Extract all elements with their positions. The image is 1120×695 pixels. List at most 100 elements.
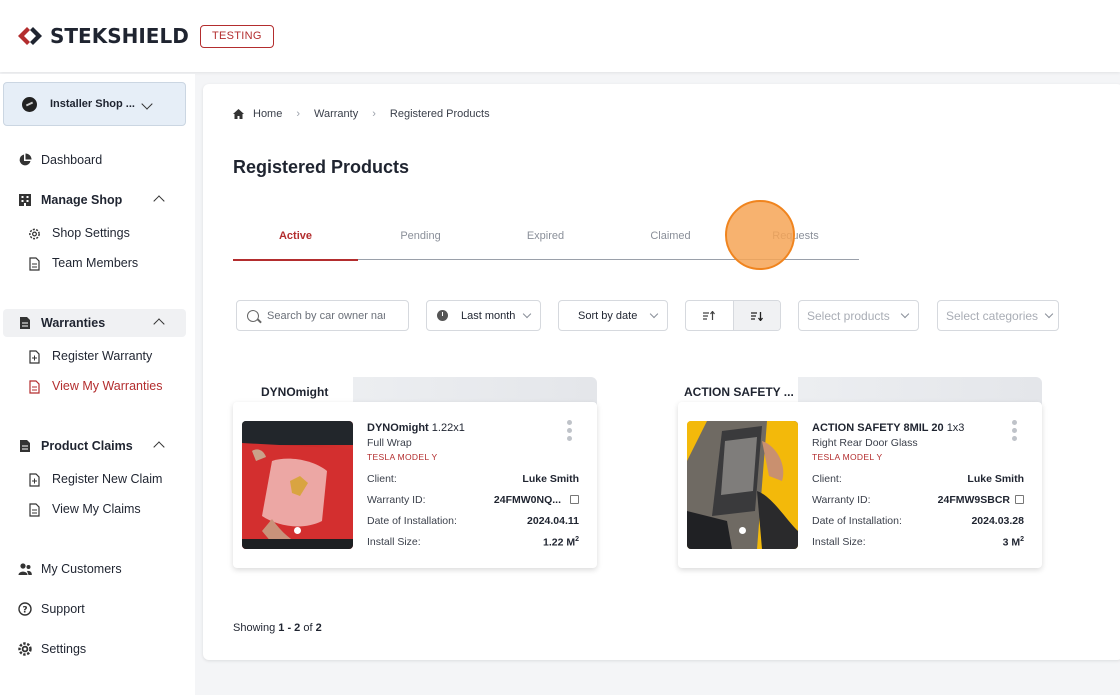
document-icon xyxy=(29,380,40,394)
tab-expired[interactable]: Expired xyxy=(483,224,608,259)
install-date-row: Date of Installation: 2024.03.28 xyxy=(812,515,1024,527)
users-icon xyxy=(18,563,32,575)
sort-descending-button[interactable] xyxy=(732,301,780,330)
sort-ascending-button[interactable] xyxy=(686,301,733,330)
document-icon xyxy=(29,257,40,271)
showing-prefix: Showing xyxy=(233,622,276,634)
client-row: Client: Luke Smith xyxy=(812,473,1024,485)
pie-chart-icon xyxy=(19,153,32,166)
sidebar-item-view-my-claims[interactable]: View My Claims xyxy=(0,498,195,522)
sidebar: Installer Shop ... Dashboard Manage Shop… xyxy=(0,74,195,695)
install-size-value: 3 M2 xyxy=(1003,536,1024,549)
unit-superscript: 2 xyxy=(575,536,579,543)
breadcrumb-home[interactable]: Home xyxy=(253,108,282,120)
sidebar-item-team-members[interactable]: Team Members xyxy=(0,252,195,276)
brand-name: STEKSHIELD xyxy=(50,24,189,48)
warranty-id-value: 24FMW9SBCR xyxy=(937,494,1010,506)
coverage-area: Right Rear Door Glass xyxy=(812,437,918,449)
sort-ascending-icon xyxy=(703,310,716,320)
search-input[interactable]: Search by car owner name xyxy=(236,300,409,331)
sort-select[interactable]: Sort by date xyxy=(558,300,668,331)
card-group-name: DYNOmight xyxy=(261,385,329,399)
clock-icon xyxy=(437,310,448,321)
tab-pending[interactable]: Pending xyxy=(358,224,483,259)
sidebar-item-my-customers[interactable]: My Customers xyxy=(0,556,195,582)
product-photo[interactable] xyxy=(242,421,353,549)
showing-total: 2 xyxy=(315,622,322,634)
showing-range: 1 - 2 xyxy=(278,622,301,634)
breadcrumb-current: Registered Products xyxy=(389,108,490,120)
shop-switcher[interactable]: Installer Shop ... xyxy=(3,82,186,126)
sidebar-item-label: Support xyxy=(41,602,85,616)
click-indicator xyxy=(725,200,795,270)
sidebar-item-label: Product Claims xyxy=(41,439,133,453)
car-model: TESLA MODEL Y xyxy=(812,452,883,462)
client-label: Client: xyxy=(812,473,842,485)
sidebar-item-shop-settings[interactable]: Shop Settings xyxy=(0,222,195,246)
card-group-tab: DYNOmight xyxy=(233,377,597,405)
product-size: 1x3 xyxy=(946,422,965,434)
image-pager-dot[interactable] xyxy=(739,527,746,534)
tab-claimed[interactable]: Claimed xyxy=(608,224,733,259)
document-icon xyxy=(29,503,40,517)
sidebar-item-label: Warranties xyxy=(41,316,106,330)
sidebar-item-label: View My Warranties xyxy=(52,379,163,393)
logo-icon xyxy=(16,25,44,47)
document-plus-icon xyxy=(29,350,40,364)
svg-text:?: ? xyxy=(22,606,27,616)
search-icon xyxy=(247,309,259,322)
install-size-row: Install Size: 3 M2 xyxy=(812,536,1024,549)
install-date-value: 2024.04.11 xyxy=(527,515,579,527)
more-options-icon[interactable] xyxy=(567,420,573,444)
document-icon xyxy=(20,440,30,452)
card-group-name: ACTION SAFETY ... xyxy=(684,385,794,399)
copy-icon[interactable] xyxy=(570,495,579,504)
environment-badge: TESTING xyxy=(200,25,274,48)
sidebar-item-warranties[interactable]: Warranties xyxy=(0,310,195,336)
chevron-down-icon xyxy=(141,98,153,110)
client-label: Client: xyxy=(367,473,397,485)
warranty-card[interactable]: DYNOmight 1.22x1 Full Wrap TESLA MODEL Y… xyxy=(233,402,597,568)
sidebar-item-support[interactable]: ? Support xyxy=(0,596,195,622)
gear-icon xyxy=(29,228,40,240)
breadcrumb-separator: › xyxy=(296,108,301,120)
chevron-up-icon xyxy=(153,195,165,207)
sidebar-item-dashboard[interactable]: Dashboard xyxy=(0,147,195,173)
warranty-id-label: Warranty ID: xyxy=(812,494,871,506)
sidebar-item-manage-shop[interactable]: Manage Shop xyxy=(0,187,195,213)
breadcrumb-warranty[interactable]: Warranty xyxy=(314,108,358,120)
brand-logo[interactable]: STEKSHIELD xyxy=(16,24,189,48)
tab-active[interactable]: Active xyxy=(233,224,358,261)
sidebar-item-view-my-warranties[interactable]: View My Warranties xyxy=(0,375,195,399)
page-title: Registered Products xyxy=(233,157,410,177)
sidebar-item-register-new-claim[interactable]: Register New Claim xyxy=(0,468,195,492)
sidebar-item-register-warranty[interactable]: Register Warranty xyxy=(0,345,195,369)
copy-icon[interactable] xyxy=(1015,495,1024,504)
install-date-row: Date of Installation: 2024.04.11 xyxy=(367,515,579,527)
image-pager-dot[interactable] xyxy=(294,527,301,534)
more-options-icon[interactable] xyxy=(1012,420,1018,444)
warranty-card[interactable]: ACTION SAFETY 8MIL 20 1x3 Right Rear Doo… xyxy=(678,402,1042,568)
document-plus-icon xyxy=(29,473,40,487)
breadcrumb-separator: › xyxy=(372,108,376,120)
warranty-id-row: Warranty ID: 24FMW9SBCR xyxy=(812,494,1024,506)
sort-descending-icon xyxy=(750,311,763,321)
period-select[interactable]: Last month xyxy=(426,300,541,331)
sidebar-item-product-claims[interactable]: Product Claims xyxy=(0,433,195,459)
sidebar-item-label: View My Claims xyxy=(52,502,141,516)
product-size: 1.22x1 xyxy=(431,422,465,434)
period-value: Last month xyxy=(461,309,516,322)
sort-value: Sort by date xyxy=(578,309,638,322)
product-photo[interactable] xyxy=(687,421,798,549)
install-date-value: 2024.03.28 xyxy=(971,515,1024,527)
showing-of: of xyxy=(303,622,313,634)
gear-icon xyxy=(18,642,32,656)
sidebar-item-settings[interactable]: Settings xyxy=(0,636,195,662)
products-select[interactable]: Select products xyxy=(798,300,919,331)
warranty-id-label: Warranty ID: xyxy=(367,494,426,506)
shop-name: Installer Shop ... xyxy=(50,98,135,110)
install-size-number: 3 M xyxy=(1002,536,1021,549)
client-value: Luke Smith xyxy=(967,473,1024,485)
categories-select[interactable]: Select categories xyxy=(937,300,1059,331)
sidebar-item-label: Dashboard xyxy=(41,153,103,167)
